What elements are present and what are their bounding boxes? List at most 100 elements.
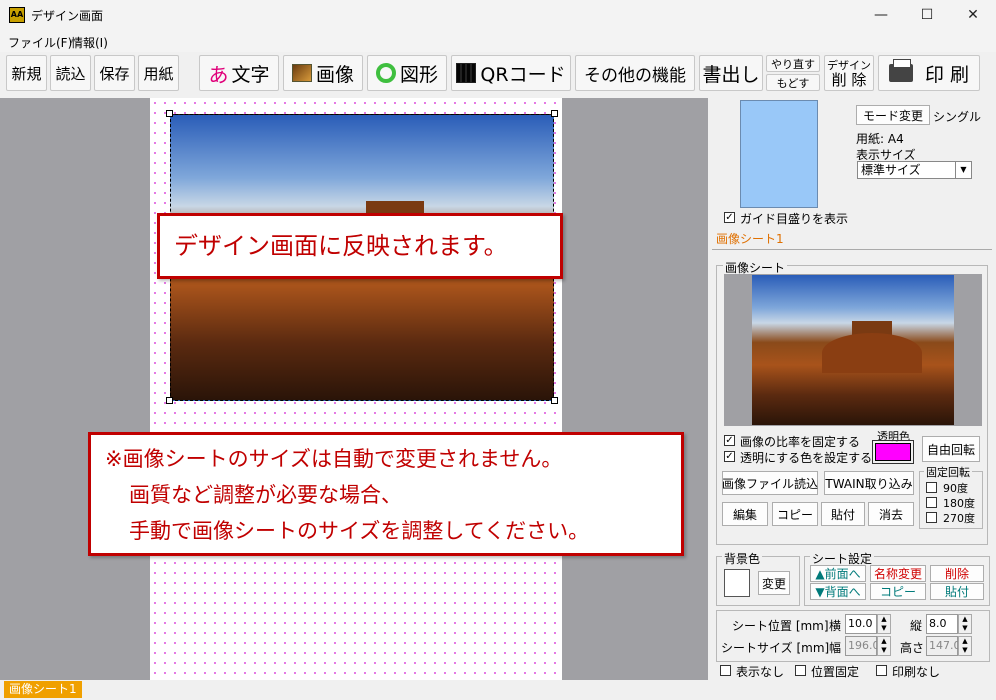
menu-bar: ファイル(F) 情報(I) [0, 30, 996, 52]
send-back-button[interactable]: ▼背面へ [810, 583, 866, 600]
sheet-delete-button[interactable]: 削除 [930, 565, 984, 582]
horizontal-label: 横 [829, 619, 842, 633]
rotate-180-checkbox[interactable] [926, 497, 937, 508]
load-button[interactable]: 読込 [50, 55, 91, 91]
height-label: 高さ [900, 641, 925, 655]
paste-button[interactable]: 貼付 [821, 502, 865, 526]
no-print-label: 印刷なし [892, 665, 941, 679]
hide-checkbox[interactable] [720, 665, 731, 676]
position-x-spinner[interactable]: ▲ ▼ [877, 614, 891, 634]
paper-label: 用紙: A4 [856, 132, 904, 146]
maximize-button[interactable]: ☐ [904, 0, 950, 30]
resize-handle[interactable] [166, 110, 173, 117]
print-button[interactable]: 印 刷 [878, 55, 980, 91]
mountain-shape [822, 333, 922, 373]
image-icon [291, 64, 312, 82]
note-line-2: 画質など調整が必要な場合、 [129, 483, 402, 507]
print-button-label: 印 刷 [924, 63, 970, 86]
bg-color-swatch[interactable] [724, 569, 750, 597]
delete-design-button[interactable]: デザイン削 除 [824, 55, 874, 91]
display-size-select[interactable]: 標準サイズ ▼ [857, 161, 972, 179]
resize-handle[interactable] [551, 110, 558, 117]
sheet-status-tab[interactable]: 画像シート1 [4, 681, 82, 698]
new-button[interactable]: 新規 [6, 55, 47, 91]
position-x-input[interactable]: 10.0 [845, 614, 877, 634]
delete-design-bottom-label: 削 除 [831, 71, 867, 89]
save-button[interactable]: 保存 [94, 55, 135, 91]
position-y-spinner[interactable]: ▲ ▼ [958, 614, 972, 634]
circle-icon [375, 63, 396, 83]
text-button[interactable]: あ文字 [199, 55, 279, 91]
bg-color-label: 背景色 [722, 550, 763, 567]
image-thumbnail [752, 275, 954, 425]
lock-position-label: 位置固定 [811, 665, 860, 679]
menu-info[interactable]: 情報(I) [71, 34, 108, 51]
qr-button[interactable]: QRコード [451, 55, 571, 91]
note-line-1: ※画像シートのサイズは自動で変更されません。 [105, 447, 563, 471]
rename-button[interactable]: 名称変更 [870, 565, 926, 582]
redo-button[interactable]: やり直す [766, 55, 820, 72]
close-button[interactable]: ✕ [950, 0, 996, 30]
no-print-checkbox[interactable] [876, 665, 887, 676]
transparent-color-button[interactable] [872, 440, 914, 464]
chevron-down-icon[interactable]: ▼ [955, 162, 971, 178]
rotate-90-checkbox[interactable] [926, 482, 937, 493]
lock-position-checkbox[interactable] [795, 665, 806, 676]
rotate-180-label: 180度 [943, 497, 975, 510]
rotate-270-checkbox[interactable] [926, 512, 937, 523]
text-button-label: 文字 [231, 63, 270, 86]
note-line-3: 手動で画像シートのサイズを調整してください。 [129, 519, 590, 543]
image-button[interactable]: 画像 [283, 55, 363, 91]
sheet-copy-button[interactable]: コピー [870, 583, 926, 600]
edit-button[interactable]: 編集 [722, 502, 768, 526]
menu-file[interactable]: ファイル(F) [8, 34, 72, 51]
set-transparent-checkbox[interactable]: ✓ [724, 451, 735, 462]
size-height-input[interactable]: 147.0 [926, 636, 961, 656]
printer-icon [888, 59, 913, 82]
bring-front-button[interactable]: ▲前面へ [810, 565, 866, 582]
keep-ratio-checkbox[interactable]: ✓ [724, 435, 735, 446]
size-width-input[interactable]: 196.0 [845, 636, 880, 656]
free-rotate-button[interactable]: 自由回転 [922, 436, 980, 462]
page-preview[interactable] [740, 100, 818, 208]
paper-button[interactable]: 用紙 [138, 55, 179, 91]
reflect-callout: デザイン画面に反映されます。 [157, 213, 563, 279]
mode-change-button[interactable]: モード変更 [856, 105, 930, 125]
shape-button[interactable]: 図形 [367, 55, 447, 91]
minimize-button[interactable]: — [858, 0, 904, 30]
transparent-color-swatch [875, 443, 911, 461]
show-guides-label: ガイド目盛りを表示 [740, 212, 849, 226]
text-a-icon: あ [208, 62, 229, 87]
qr-button-label: QRコード [480, 63, 566, 86]
size-width-spinner[interactable]: ▲ ▼ [877, 636, 891, 656]
resize-handle[interactable] [166, 397, 173, 404]
rotate-270-label: 270度 [943, 512, 975, 525]
sheet-position-label: シート位置 [mm] [732, 619, 829, 633]
size-height-spinner[interactable]: ▲ ▼ [958, 636, 972, 656]
copy-button[interactable]: コピー [772, 502, 818, 526]
export-button[interactable]: 書出し [699, 55, 763, 91]
sheet-paste-button[interactable]: 貼付 [930, 583, 984, 600]
sheet-tab[interactable]: 画像シート1 [712, 230, 992, 250]
app-icon: AA [9, 7, 25, 23]
erase-button[interactable]: 消去 [868, 502, 914, 526]
position-y-input[interactable]: 8.0 [926, 614, 958, 634]
mode-value: シングル [933, 110, 982, 124]
qr-code-icon [456, 63, 477, 83]
sheet-tab-label: 画像シート1 [716, 232, 784, 246]
title-bar: AA デザイン画面 — ☐ ✕ [0, 0, 996, 30]
shape-button-label: 図形 [399, 63, 438, 86]
load-image-file-button[interactable]: 画像ファイル読込 [722, 471, 818, 495]
toolbar: 新規 読込 保存 用紙 あ文字 画像 図形 QRコード その他の機能 書出し や… [0, 52, 996, 96]
twain-button[interactable]: TWAIN取り込み [824, 471, 914, 495]
undo-button[interactable]: もどす [766, 74, 820, 91]
sheet-size-label: シートサイズ [mm] [721, 641, 830, 655]
other-functions-button[interactable]: その他の機能 [575, 55, 695, 91]
hide-label: 表示なし [736, 665, 785, 679]
show-guides-checkbox[interactable]: ✓ [724, 212, 735, 223]
vertical-label: 縦 [910, 619, 923, 633]
width-label: 幅 [829, 641, 842, 655]
status-bar [0, 680, 996, 700]
resize-handle[interactable] [551, 397, 558, 404]
bg-color-change-button[interactable]: 変更 [758, 571, 790, 595]
